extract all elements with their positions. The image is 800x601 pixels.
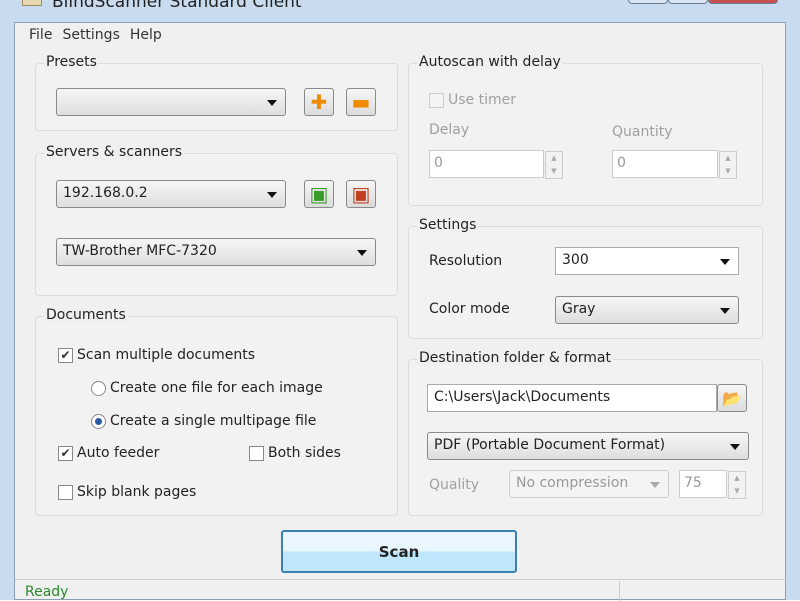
chevron-down-icon: [650, 482, 660, 488]
folder-input[interactable]: C:\Users\Jack\Documents: [427, 384, 717, 412]
one-file-radio[interactable]: Create one file for each image: [91, 380, 323, 396]
destination-group: Destination folder & format C:\Users\Jac…: [408, 350, 763, 516]
quantity-spinbox[interactable]: 0 ▲ ▼: [612, 150, 737, 179]
chevron-down-icon: [267, 192, 277, 198]
check-icon: ✔: [58, 445, 73, 461]
plus-icon: ✚: [310, 90, 328, 114]
resolution-label: Resolution: [429, 253, 503, 269]
status-bar: Ready: [15, 579, 787, 601]
window-title: BlindScanner Standard Client: [52, 0, 302, 12]
minimize-button[interactable]: [628, 0, 668, 4]
presets-group: Presets ✚ ▬: [35, 54, 398, 131]
chevron-down-icon: [720, 259, 730, 265]
quality-spinbox[interactable]: 75 ▲ ▼: [679, 470, 746, 499]
server-value: 192.168.0.2: [63, 185, 148, 201]
app-icon: [22, 0, 42, 6]
folder-value: C:\Users\Jack\Documents: [434, 389, 611, 405]
skip-blank-label: Skip blank pages: [77, 484, 197, 500]
format-value: PDF (Portable Document Format): [434, 437, 666, 453]
quality-label: Quality: [429, 477, 480, 493]
color-mode-label: Color mode: [429, 301, 510, 317]
window-frame: BlindScanner Standard Client File Settin…: [0, 0, 800, 601]
destination-label: Destination folder & format: [417, 350, 613, 366]
color-mode-combo[interactable]: Gray: [555, 296, 739, 324]
delay-spinbox[interactable]: 0 ▲ ▼: [429, 150, 563, 179]
add-server-button[interactable]: ▣: [304, 180, 334, 208]
browse-folder-button[interactable]: 📂: [717, 384, 747, 412]
scan-multiple-checkbox[interactable]: ✔ Scan multiple documents: [58, 347, 255, 363]
status-text: Ready: [25, 584, 69, 600]
compression-value: No compression: [516, 475, 629, 491]
scan-button[interactable]: Scan: [281, 530, 517, 573]
remove-server-button[interactable]: ▣: [346, 180, 376, 208]
radio-icon: [91, 380, 106, 396]
autoscan-group: Autoscan with delay Use timer Delay 0 ▲ ▼ …: [408, 54, 763, 206]
spin-arrows-icon[interactable]: ▲ ▼: [545, 151, 563, 179]
chevron-down-icon: [357, 250, 367, 256]
compression-combo[interactable]: No compression: [509, 470, 669, 498]
scanner-value: TW-Brother MFC-7320: [63, 243, 217, 259]
checkbox-empty-icon: [58, 484, 73, 500]
scan-multiple-label: Scan multiple documents: [77, 347, 256, 363]
server-combo[interactable]: 192.168.0.2: [56, 180, 286, 208]
use-timer-checkbox[interactable]: Use timer: [429, 92, 516, 108]
chevron-down-icon: [267, 100, 277, 106]
resolution-value: 300: [562, 252, 589, 268]
settings-group: Settings Resolution 300 Color mode Gray: [408, 217, 763, 339]
skip-blank-checkbox[interactable]: Skip blank pages: [58, 484, 196, 500]
delay-value: 0: [434, 155, 443, 171]
add-preset-button[interactable]: ✚: [304, 88, 334, 116]
both-sides-checkbox[interactable]: Both sides: [249, 445, 341, 461]
servers-group: Servers & scanners 192.168.0.2 ▣ ▣ TW-Br…: [35, 144, 398, 296]
radio-selected-icon: [91, 413, 106, 429]
checkbox-empty-icon: [249, 445, 264, 461]
documents-label: Documents: [44, 307, 128, 323]
single-file-radio[interactable]: Create a single multipage file: [91, 413, 316, 429]
quantity-label: Quantity: [612, 124, 673, 140]
add-server-icon: ▣: [309, 182, 329, 206]
client-area: File Settings Help Presets ✚ ▬ Servers &…: [14, 22, 787, 601]
single-file-label: Create a single multipage file: [110, 413, 317, 429]
auto-feeder-checkbox[interactable]: ✔ Auto feeder: [58, 445, 159, 461]
status-divider: [619, 581, 620, 601]
presets-label: Presets: [44, 54, 99, 70]
presets-combo[interactable]: [56, 88, 286, 116]
use-timer-label: Use timer: [448, 92, 516, 108]
resolution-combo[interactable]: 300: [555, 247, 739, 275]
menu-bar: File Settings Help: [29, 27, 162, 43]
format-combo[interactable]: PDF (Portable Document Format): [427, 432, 749, 460]
auto-feeder-label: Auto feeder: [77, 445, 160, 461]
scanner-combo[interactable]: TW-Brother MFC-7320: [56, 238, 376, 266]
quantity-value: 0: [617, 155, 626, 171]
delay-label: Delay: [429, 122, 470, 138]
folder-icon: 📂: [722, 388, 742, 408]
checkbox-empty-icon: [429, 92, 444, 108]
menu-help[interactable]: Help: [130, 27, 162, 43]
settings-label: Settings: [417, 217, 479, 233]
chevron-down-icon: [720, 308, 730, 314]
remove-preset-button[interactable]: ▬: [346, 88, 376, 116]
chevron-down-icon: [730, 444, 740, 450]
quality-value: 75: [684, 475, 702, 491]
color-mode-value: Gray: [562, 301, 596, 317]
close-button[interactable]: [708, 0, 778, 4]
menu-file[interactable]: File: [29, 27, 52, 43]
both-sides-label: Both sides: [268, 445, 341, 461]
title-bar: BlindScanner Standard Client: [0, 0, 800, 20]
documents-group: Documents ✔ Scan multiple documents Creat…: [35, 307, 398, 516]
spin-arrows-icon[interactable]: ▲ ▼: [728, 471, 746, 499]
check-icon: ✔: [58, 347, 73, 363]
spin-arrows-icon[interactable]: ▲ ▼: [719, 151, 737, 179]
menu-settings[interactable]: Settings: [62, 27, 119, 43]
maximize-button[interactable]: [668, 0, 708, 4]
minus-icon: ▬: [351, 90, 371, 114]
remove-server-icon: ▣: [351, 182, 371, 206]
one-file-label: Create one file for each image: [110, 380, 323, 396]
servers-label: Servers & scanners: [44, 144, 185, 160]
autoscan-label: Autoscan with delay: [417, 54, 563, 70]
